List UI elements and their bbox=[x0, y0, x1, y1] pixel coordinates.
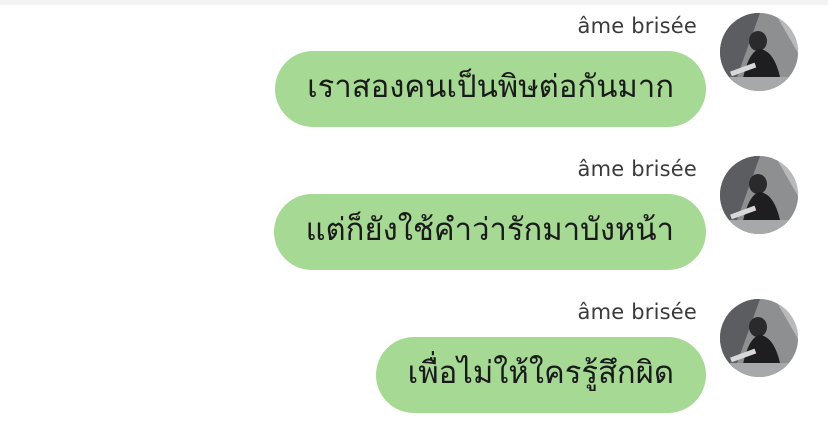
sender-avatar[interactable] bbox=[720, 299, 798, 377]
avatar-photo-icon bbox=[720, 13, 798, 91]
sender-avatar[interactable] bbox=[720, 156, 798, 234]
sender-name: âme brisée bbox=[577, 14, 697, 38]
message-bubble[interactable]: เราสองคนเป็นพิษต่อกันมาก bbox=[275, 51, 706, 127]
sender-name: âme brisée bbox=[577, 300, 697, 324]
message-bubble[interactable]: แต่ก็ยังใช้คำว่ารักมาบังหน้า bbox=[273, 194, 706, 270]
message-bubble[interactable]: เพื่อไม่ให้ใครรู้สึกผิด bbox=[375, 337, 706, 413]
message-text: เราสองคนเป็นพิษต่อกันมาก bbox=[307, 68, 674, 105]
sender-name: âme brisée bbox=[577, 157, 697, 181]
chat-message: âme brisée เราสองคนเป็นพิษต่อกันมาก bbox=[0, 0, 828, 130]
chat-message: âme brisée เพื่อไม่ให้ใครรู้สึกผิด bbox=[0, 286, 828, 416]
chat-message: âme brisée แต่ก็ยังใช้คำว่ารักมาบังหน้า bbox=[0, 143, 828, 273]
avatar-photo-icon bbox=[720, 156, 798, 234]
sender-avatar[interactable] bbox=[720, 13, 798, 91]
avatar-photo-icon bbox=[720, 299, 798, 377]
message-text: แต่ก็ยังใช้คำว่ารักมาบังหน้า bbox=[305, 211, 674, 248]
message-text: เพื่อไม่ให้ใครรู้สึกผิด bbox=[407, 354, 674, 391]
